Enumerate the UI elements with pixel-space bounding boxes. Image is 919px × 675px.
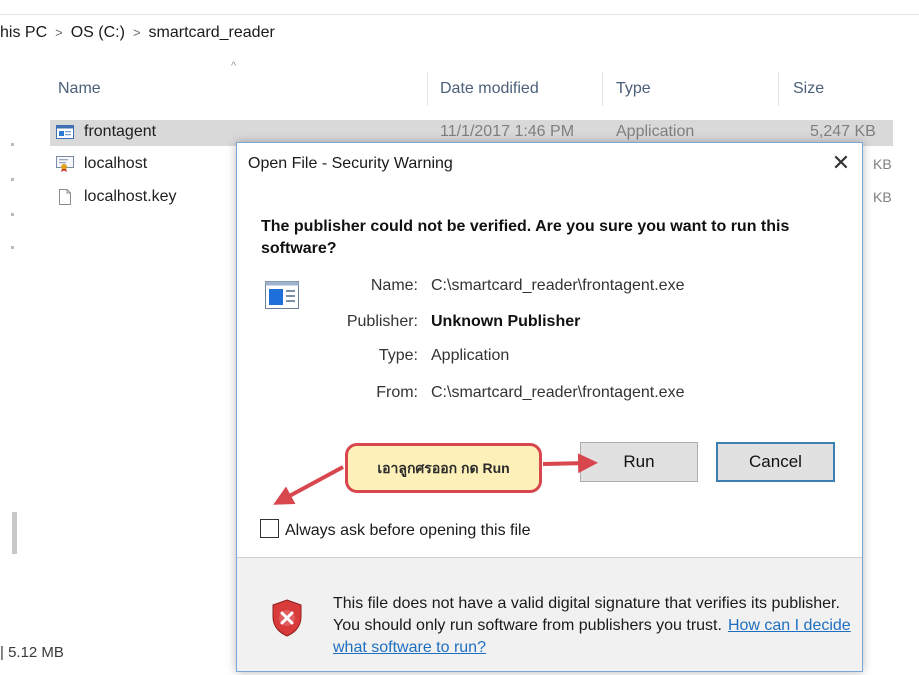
column-divider[interactable] (602, 72, 603, 106)
status-bar-selection-size: | 5.12 MB (0, 644, 64, 661)
file-size-partial: KB (873, 156, 892, 172)
nav-pane-scrollbar[interactable] (12, 512, 17, 554)
file-row-localhost[interactable]: localhost (50, 152, 230, 178)
sort-ascending-icon: ^ (231, 60, 237, 72)
column-divider[interactable] (427, 72, 428, 106)
type-value: Application (431, 347, 510, 364)
column-header-date-modified[interactable]: Date modified (440, 80, 539, 98)
column-divider[interactable] (778, 72, 779, 106)
close-icon[interactable]: ✕ (826, 148, 856, 178)
breadcrumb: his PC > OS (C:) > smartcard_reader (0, 24, 275, 42)
security-warning-dialog: Open File - Security Warning ✕ The publi… (236, 142, 863, 672)
breadcrumb-separator-2: > (132, 25, 141, 40)
nav-pane-marker (11, 143, 14, 146)
always-ask-label: Always ask before opening this file (285, 522, 531, 539)
application-icon (56, 125, 74, 139)
dialog-warning-area: This file does not have a valid digital … (237, 558, 862, 671)
file-row-localhost-key[interactable]: localhost.key (50, 185, 230, 211)
file-size-partial: KB (873, 189, 892, 205)
file-name: frontagent (84, 123, 157, 140)
cancel-button[interactable]: Cancel (716, 442, 835, 482)
file-type: Application (616, 123, 695, 140)
always-ask-checkbox[interactable] (260, 519, 279, 538)
name-label: Name: (370, 277, 418, 294)
name-value: C:\smartcard_reader\frontagent.exe (431, 277, 685, 294)
navigation-pane-edge (0, 0, 38, 675)
column-header-type[interactable]: Type (616, 80, 651, 98)
dialog-question: The publisher could not be verified. Are… (261, 218, 790, 257)
from-value: C:\smartcard_reader\frontagent.exe (431, 384, 685, 401)
file-name: localhost.key (84, 188, 177, 205)
nav-pane-marker (11, 178, 14, 181)
from-label: From: (376, 384, 418, 401)
breadcrumb-drive[interactable]: OS (C:) (71, 24, 125, 41)
column-header-size[interactable]: Size (793, 80, 824, 98)
blank-file-icon (59, 189, 71, 205)
column-header-name[interactable]: Name (58, 80, 101, 98)
dialog-title: Open File - Security Warning (248, 155, 453, 172)
file-date-modified: 11/1/2017 1:46 PM (440, 123, 575, 140)
always-ask-option[interactable]: Always ask before opening this file (260, 519, 530, 540)
breadcrumb-separator-1: > (55, 25, 63, 40)
file-size: 5,247 KB (810, 123, 876, 140)
annotation-callout: เอาลูกศรออก กด Run (345, 443, 542, 493)
nav-pane-marker (11, 213, 14, 216)
breadcrumb-folder[interactable]: smartcard_reader (149, 24, 275, 41)
warning-text: This file does not have a valid digital … (333, 593, 853, 659)
nav-pane-marker (11, 246, 14, 249)
publisher-value: Unknown Publisher (431, 313, 581, 330)
type-label: Type: (378, 347, 418, 364)
certificate-icon (56, 156, 74, 172)
shield-error-icon (272, 599, 302, 637)
publisher-label: Publisher: (346, 313, 418, 330)
file-name: localhost (84, 155, 148, 172)
run-button[interactable]: Run (580, 442, 698, 482)
explorer-toolbar-strip (0, 0, 919, 15)
